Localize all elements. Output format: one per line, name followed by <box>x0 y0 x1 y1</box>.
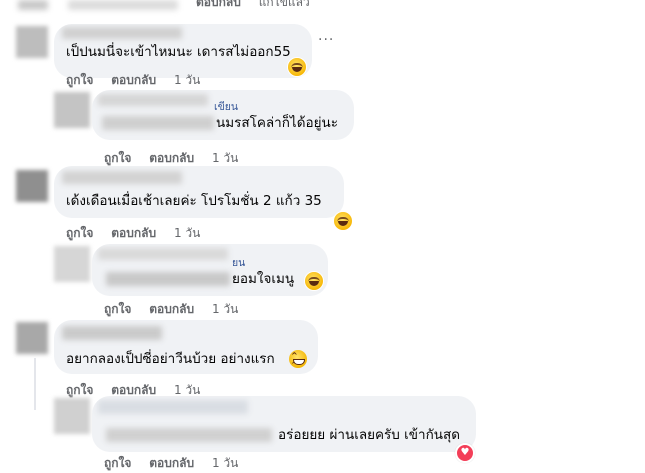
blurred-author-name <box>98 400 248 414</box>
comment-actions: ถูกใจ ตอบกลับ 1 วัน <box>66 224 214 243</box>
rolling-laugh-emoji <box>305 272 323 290</box>
reply-link[interactable]: ตอบกลับ <box>111 224 156 243</box>
reply-link[interactable]: ตอบกลับ <box>111 71 156 90</box>
more-options-icon[interactable]: ··· <box>318 32 334 48</box>
thread-line <box>34 358 36 410</box>
comment-actions: ถูกใจ ตอบกลับ 1 วัน <box>66 71 214 90</box>
blurred-author-name <box>62 27 182 39</box>
comment-bubble: เป็ปนมนี่จะเข้าไหมนะ เดารสไม่ออก55 <box>54 24 312 78</box>
blurred-text <box>106 272 230 286</box>
blurred-author-name <box>98 248 228 260</box>
like-link[interactable]: ถูกใจ <box>66 71 93 90</box>
blurred-text <box>102 116 214 130</box>
avatar[interactable] <box>16 26 48 58</box>
avatar[interactable] <box>54 246 90 282</box>
blurred-name <box>68 0 178 10</box>
author-name-fragment: ยน <box>232 257 246 269</box>
reply-actions: ถูกใจ ตอบกลับ 1 วัน <box>104 454 252 473</box>
blurred-text <box>106 428 272 442</box>
timestamp[interactable]: 1 วัน <box>174 71 200 90</box>
reply-link[interactable]: ตอบกลับ <box>149 300 194 319</box>
timestamp[interactable]: 1 วัน <box>212 300 238 319</box>
blurred-author-name <box>62 326 162 340</box>
comment-bubble: อยากลองเป็ปซี่อย่าวีนบ้วย อย่างแรก <box>54 320 318 374</box>
timestamp[interactable]: 1 วัน <box>212 454 238 473</box>
grinning-emoji <box>289 350 307 369</box>
like-link[interactable]: ถูกใจ <box>66 224 93 243</box>
avatar[interactable] <box>54 398 90 434</box>
comment-text: ยอมใจเมนู <box>232 271 295 287</box>
reply-link[interactable]: ตอบกลับ <box>149 454 194 473</box>
author-name-fragment: เขียน <box>214 101 239 113</box>
blurred-author-name <box>62 171 182 184</box>
blurred-author-name <box>98 94 208 106</box>
heart-reaction-icon[interactable]: ♥ <box>455 443 475 463</box>
comment-bubble: เด้งเดือนเมื่อเช้าเลยค่ะ โปรโมชั่น 2 แก้… <box>54 166 344 218</box>
avatar[interactable] <box>16 170 48 202</box>
comment-text: เป็ปนมนี่จะเข้าไหมนะ เดารสไม่ออก55 <box>66 44 291 60</box>
rolling-laugh-emoji <box>334 212 352 230</box>
avatar[interactable] <box>54 92 90 128</box>
reply-bubble: ยน ยอมใจเมนู <box>92 244 328 296</box>
edited-label: แก้ไขแล้ว <box>258 0 310 9</box>
comment-text: อยากลองเป็ปซี่อย่าวีนบ้วย อย่างแรก <box>66 351 275 367</box>
avatar[interactable] <box>16 322 48 354</box>
top-partial-actions: ตอบกลับ แก้ไขแล้ว <box>196 0 324 12</box>
like-link[interactable]: ถูกใจ <box>104 454 131 473</box>
reply-bubble: อร่อยยย ผ่านเลยครับ เข้ากันสุด <box>92 396 476 452</box>
timestamp[interactable]: 1 วัน <box>174 224 200 243</box>
comment-text: นมรสโคล่าก็ได้อยู่นะ <box>216 115 338 131</box>
reply-actions: ถูกใจ ตอบกลับ 1 วัน <box>104 300 252 319</box>
reply-link[interactable]: ตอบกลับ <box>196 0 241 12</box>
reply-bubble: เขียน นมรสโคล่าก็ได้อยู่นะ <box>92 90 354 140</box>
comment-text: อร่อยยย ผ่านเลยครับ เข้ากันสุด <box>278 427 460 443</box>
like-link[interactable]: ถูกใจ <box>104 300 131 319</box>
blurred-avatar <box>18 0 48 10</box>
comment-text: เด้งเดือนเมื่อเช้าเลยค่ะ โปรโมชั่น 2 แก้… <box>66 193 322 209</box>
laughing-emoji <box>288 58 306 76</box>
